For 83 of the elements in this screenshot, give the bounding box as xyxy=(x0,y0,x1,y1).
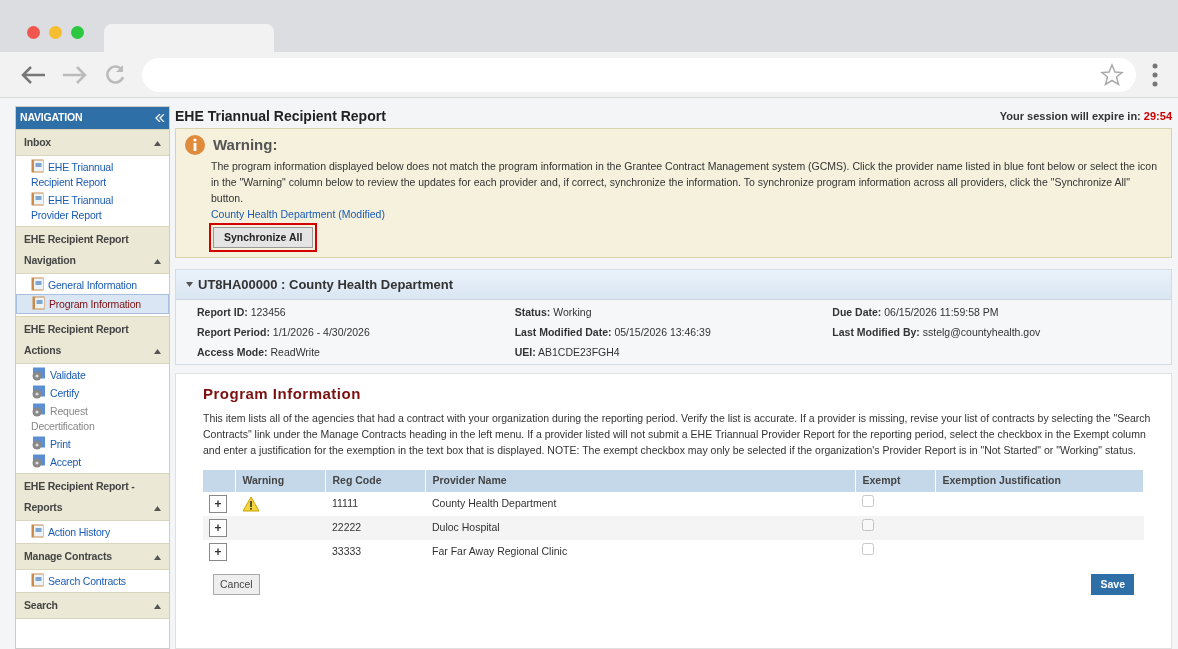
report-icon xyxy=(31,192,44,206)
section-title: Search xyxy=(24,598,58,613)
collapse-panel-icon[interactable] xyxy=(155,114,165,122)
collapse-caret-icon[interactable] xyxy=(154,349,161,354)
report-icon xyxy=(31,573,44,587)
collapse-caret-icon[interactable] xyxy=(154,259,161,264)
address-field[interactable] xyxy=(142,57,1136,92)
gear-document-icon xyxy=(31,454,46,468)
gear-document-icon xyxy=(31,436,46,450)
record-field: Report Period: 1/1/2026 - 4/30/2026 xyxy=(197,324,515,341)
section-title: Manage Contracts xyxy=(24,549,112,564)
record-field: Last Modified Date: 05/15/2026 13:46:39 xyxy=(514,324,833,341)
collapse-caret-icon[interactable] xyxy=(154,506,161,511)
star-icon[interactable] xyxy=(1100,62,1124,87)
section-header[interactable]: EHE Recipient Report Navigation xyxy=(16,226,169,274)
menu-icon[interactable] xyxy=(1152,62,1158,87)
table-cell: 33333 xyxy=(325,539,425,564)
nav-link[interactable]: EHE Triannual Recipient Report xyxy=(16,158,169,191)
gear-document-icon xyxy=(31,385,46,399)
record-header[interactable]: UT8HA00000 : County Health Department xyxy=(176,270,1171,301)
warning-title: Warning: xyxy=(213,135,278,155)
expand-caret-icon[interactable] xyxy=(186,282,193,288)
synchronize-all-button[interactable]: Synchronize All xyxy=(213,226,314,249)
nav-link[interactable]: Print xyxy=(16,435,169,453)
column-header: Reg Code xyxy=(325,469,425,492)
section-title: EHE Recipient Report Actions xyxy=(24,322,130,358)
gear-document-icon xyxy=(31,367,46,381)
gear-document-icon xyxy=(31,403,46,417)
session-timer: Your session will expire in: 29:54 xyxy=(999,108,1172,124)
back-arrow-icon[interactable] xyxy=(20,64,46,85)
column-header: Warning xyxy=(235,469,325,492)
table-cell: Duloc Hospital xyxy=(425,515,855,540)
expand-row-button[interactable]: + xyxy=(209,494,227,513)
nav-link[interactable]: General Information xyxy=(16,276,169,294)
collapse-caret-icon[interactable] xyxy=(154,604,161,609)
report-icon xyxy=(31,524,44,538)
nav-link[interactable]: Validate xyxy=(16,366,169,384)
warning-message: The program information displayed below does not match the program information in the Grantee Contract Management system (GCMS). Click the provider name listed in blue font below or select the icon in the "Warning" column below to review the updates for each provider and, if correct, synchronize the information. To synchronize program information across all providers, click the "Synchronize All" button. xyxy=(210,158,1159,206)
record-field: Report ID: 123456 xyxy=(197,304,515,321)
record-field: Status: Working xyxy=(514,304,833,321)
provider-link[interactable]: County Health Department (Modified) xyxy=(211,207,385,220)
warning-icon[interactable] xyxy=(242,495,260,512)
nav-link[interactable]: Program Information xyxy=(16,294,169,314)
section-header[interactable]: Manage Contracts xyxy=(16,543,169,570)
record-field: UEI: AB1CDE23FGH4 xyxy=(514,344,833,361)
section-title: Inbox xyxy=(24,135,51,150)
section-header[interactable]: Search xyxy=(16,592,169,619)
program-description: This item lists all of the agencies that had a contract with your organization during the reporting period. Verify the list is accurate. If a provider is missing, revise your list of contracts by selecting the "Search Contracts" link under the Manage Contracts heading in the left menu. If a provider listed will not submit a EHE Triannual Provider Report for the reporting period, select the checkbox in the Exempt column and enter a justification for the exemption in the text box that is displayed. NOTE: The exempt checkbox may only be selected if the organization's Provider Report is in "Not Started" or "Working" status. xyxy=(203,410,1152,458)
column-header: Exemption Justification xyxy=(935,469,1144,492)
record-field: Due Date: 06/15/2026 11:59:58 PM xyxy=(832,304,1150,321)
nav-link[interactable]: Certify xyxy=(16,384,169,402)
close-window-icon[interactable] xyxy=(27,26,40,39)
table-cell: 11111 xyxy=(325,491,425,516)
section-header[interactable]: EHE Recipient Report Actions xyxy=(16,316,169,364)
section-header[interactable]: EHE Recipient Report - Reports xyxy=(16,473,169,521)
nav-link[interactable]: Action History xyxy=(16,523,169,541)
cancel-button[interactable]: Cancel xyxy=(213,573,260,596)
navigation-title: NAVIGATION xyxy=(20,110,83,126)
record-field: Last Modified By: sstelg@countyhealth.gov xyxy=(832,324,1150,341)
report-icon xyxy=(32,296,45,310)
nav-link[interactable]: EHE Triannual Provider Report xyxy=(16,191,169,224)
nav-link[interactable]: Accept xyxy=(16,453,169,471)
collapse-caret-icon[interactable] xyxy=(154,555,161,560)
collapse-caret-icon[interactable] xyxy=(154,141,161,146)
nav-link[interactable]: Search Contracts xyxy=(16,572,169,590)
program-title: Program Information xyxy=(203,384,362,405)
save-button[interactable]: Save xyxy=(1091,573,1134,596)
report-icon xyxy=(31,159,44,173)
page-title: EHE Triannual Recipient Report xyxy=(175,106,386,126)
table-cell: 22222 xyxy=(325,515,425,540)
column-header: Exempt xyxy=(855,469,935,492)
section-header[interactable]: Inbox xyxy=(16,129,169,156)
expand-row-button[interactable]: + xyxy=(209,542,227,561)
table-cell: County Health Department xyxy=(425,491,855,516)
table-cell: Far Far Away Regional Clinic xyxy=(425,539,855,564)
record-field: Access Mode: ReadWrite xyxy=(197,344,515,361)
section-title: EHE Recipient Report Navigation xyxy=(24,232,130,268)
expand-row-button[interactable]: + xyxy=(209,518,227,537)
record-heading: UT8HA00000 : County Health Department xyxy=(198,276,453,294)
column-header: Provider Name xyxy=(425,469,855,492)
section-title: EHE Recipient Report - Reports xyxy=(24,479,136,515)
info-icon xyxy=(185,135,205,156)
report-icon xyxy=(31,277,44,291)
